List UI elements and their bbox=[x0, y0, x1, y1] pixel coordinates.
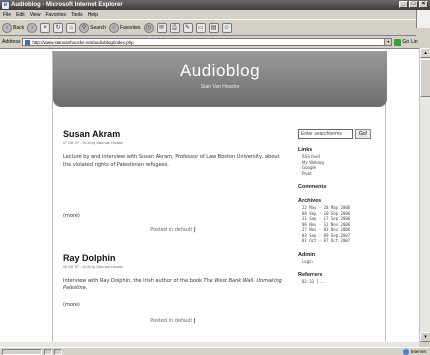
blog-title[interactable]: Audioblog bbox=[53, 61, 387, 81]
address-bar: Address http://www.stanvanhoucke.net/aud… bbox=[0, 37, 430, 47]
post-meta: 06 Oct '07 - 10:40 by Stan van Houcke bbox=[63, 264, 124, 269]
post-title[interactable]: Susan Akram bbox=[63, 129, 283, 139]
menu-bar: File Edit View Favorites Tools Help bbox=[0, 10, 430, 19]
posted-in: Posted in default | bbox=[63, 318, 283, 324]
more-link[interactable]: (more) bbox=[63, 302, 283, 308]
favorites-button[interactable]: ☆ Favorites bbox=[108, 22, 141, 33]
research-button[interactable]: ▤ bbox=[208, 22, 219, 33]
window-title: Audioblog - Microsoft Internet Explorer bbox=[11, 2, 123, 8]
messenger-button[interactable]: ☺ bbox=[221, 22, 232, 33]
window-controls: _ □ × bbox=[399, 1, 428, 8]
post-body: Interview with Ray Dolphin, the Irish au… bbox=[63, 277, 282, 292]
referrer-item[interactable]: 02:33 [... bbox=[302, 279, 383, 285]
address-url: http://www.stanvanhoucke.net/audioblog/i… bbox=[32, 39, 134, 45]
post-meta: 07 Oct '07 - 15:34 by Stan van Houcke bbox=[63, 141, 124, 145]
edit-button[interactable]: ✎ bbox=[182, 22, 193, 33]
links-heading: Links bbox=[298, 147, 313, 153]
menu-favorites[interactable]: Favorites bbox=[45, 12, 66, 18]
referrers-heading: Referrers bbox=[298, 272, 323, 278]
post: Ray Dolphin 06 Oct '07 - 10:40 by Stan v… bbox=[63, 253, 283, 325]
posted-category[interactable]: Posted in default bbox=[150, 227, 192, 233]
scroll-thumb[interactable] bbox=[420, 59, 430, 97]
status-text-cell bbox=[2, 348, 42, 355]
home-button[interactable]: ⌂ bbox=[66, 22, 77, 33]
security-zone: Internet bbox=[402, 348, 426, 355]
search-button[interactable]: ⚲ Search bbox=[79, 22, 106, 33]
toolbar: ‹ Back › × ↻ ⌂ ⚲ Search ☆ Favorites ◷ ✉ … bbox=[0, 19, 416, 36]
windows-flag-icon bbox=[416, 10, 430, 28]
link-item[interactable]: Pivot bbox=[302, 171, 383, 177]
archive-item[interactable]: 01 Oct - 07 Oct 2007 bbox=[302, 238, 383, 244]
menu-file[interactable]: File bbox=[3, 12, 11, 18]
page-icon bbox=[25, 39, 31, 45]
archives-heading: Archives bbox=[298, 198, 322, 204]
back-arrow-icon: ‹ bbox=[2, 22, 12, 33]
menu-help[interactable]: Help bbox=[88, 12, 98, 18]
refresh-button[interactable]: ↻ bbox=[53, 22, 64, 33]
blog-page: Audioblog Stan Van Houcke Susan Akram 07… bbox=[52, 51, 387, 342]
scroll-up-button[interactable]: ▴ bbox=[420, 48, 430, 58]
posted-category[interactable]: Posted in default bbox=[150, 318, 192, 324]
status-cell bbox=[44, 348, 52, 355]
menu-edit[interactable]: Edit bbox=[16, 12, 25, 18]
posted-in: Posted in default | bbox=[63, 227, 283, 233]
status-bar: Internet bbox=[0, 347, 430, 355]
address-dropdown-button[interactable]: ▾ bbox=[384, 39, 392, 45]
posted-separator: | bbox=[193, 318, 196, 324]
post: Susan Akram 07 Oct '07 - 15:34 by Stan v… bbox=[63, 129, 283, 233]
comments-heading: Comments bbox=[298, 184, 327, 190]
vertical-scrollbar[interactable]: ▴ ▾ bbox=[419, 48, 430, 342]
status-cell bbox=[54, 348, 62, 355]
ie-logo-icon: e bbox=[2, 1, 9, 9]
menu-tools[interactable]: Tools bbox=[71, 12, 83, 18]
history-button[interactable]: ◷ bbox=[143, 22, 154, 33]
star-icon: ☆ bbox=[108, 22, 119, 33]
page-viewport: Audioblog Stan Van Houcke Susan Akram 07… bbox=[0, 48, 419, 342]
post-body: Lecture by and interview with Susan Akra… bbox=[63, 154, 280, 168]
links-button[interactable]: Lin bbox=[411, 39, 418, 45]
stop-button[interactable]: × bbox=[40, 22, 51, 33]
mail-button[interactable]: ✉ bbox=[156, 22, 167, 33]
window-titlebar: e Audioblog - Microsoft Internet Explore… bbox=[0, 0, 430, 10]
scroll-down-button[interactable]: ▾ bbox=[420, 332, 430, 342]
go-button[interactable]: Go bbox=[394, 38, 409, 46]
globe-icon bbox=[402, 348, 409, 355]
main-column: Susan Akram 07 Oct '07 - 15:34 by Stan v… bbox=[63, 129, 283, 324]
menu-view[interactable]: View bbox=[30, 12, 41, 18]
login-link[interactable]: Login bbox=[302, 259, 383, 265]
post-title[interactable]: Ray Dolphin bbox=[63, 253, 283, 263]
blog-header: Audioblog Stan Van Houcke bbox=[53, 51, 387, 107]
search-input[interactable]: Enter searchterms bbox=[298, 129, 353, 139]
referrers-list: 02:33 [... bbox=[298, 279, 383, 285]
print-button[interactable]: ⎙ bbox=[169, 22, 180, 33]
back-button[interactable]: ‹ Back bbox=[2, 22, 24, 33]
search-go-button[interactable]: Go! bbox=[355, 129, 371, 139]
admin-heading: Admin bbox=[298, 251, 316, 258]
more-link[interactable]: (more) bbox=[63, 213, 283, 219]
blog-subtitle: Stan Van Houcke bbox=[200, 84, 240, 90]
go-arrow-icon bbox=[394, 38, 402, 46]
admin-list: Login bbox=[298, 259, 383, 265]
search-icon: ⚲ bbox=[79, 22, 90, 33]
archives-list: 22 May - 28 May 2006 04 Sep - 10 Sep 200… bbox=[298, 205, 383, 244]
links-list: RSS feed My Weblog Google Pivot bbox=[298, 154, 383, 176]
search-form: Enter searchterms Go! bbox=[298, 129, 383, 139]
forward-button[interactable]: › bbox=[27, 22, 38, 33]
address-input[interactable]: http://www.stanvanhoucke.net/audioblog/i… bbox=[22, 38, 393, 46]
address-label: Address bbox=[2, 39, 21, 45]
close-button[interactable]: × bbox=[419, 1, 428, 8]
maximize-button[interactable]: □ bbox=[409, 1, 418, 8]
sidebar: Enter searchterms Go! Links RSS feed My … bbox=[298, 129, 383, 285]
discuss-button[interactable]: ▭ bbox=[195, 22, 206, 33]
posted-separator: | bbox=[193, 226, 196, 233]
minimize-button[interactable]: _ bbox=[399, 1, 408, 8]
